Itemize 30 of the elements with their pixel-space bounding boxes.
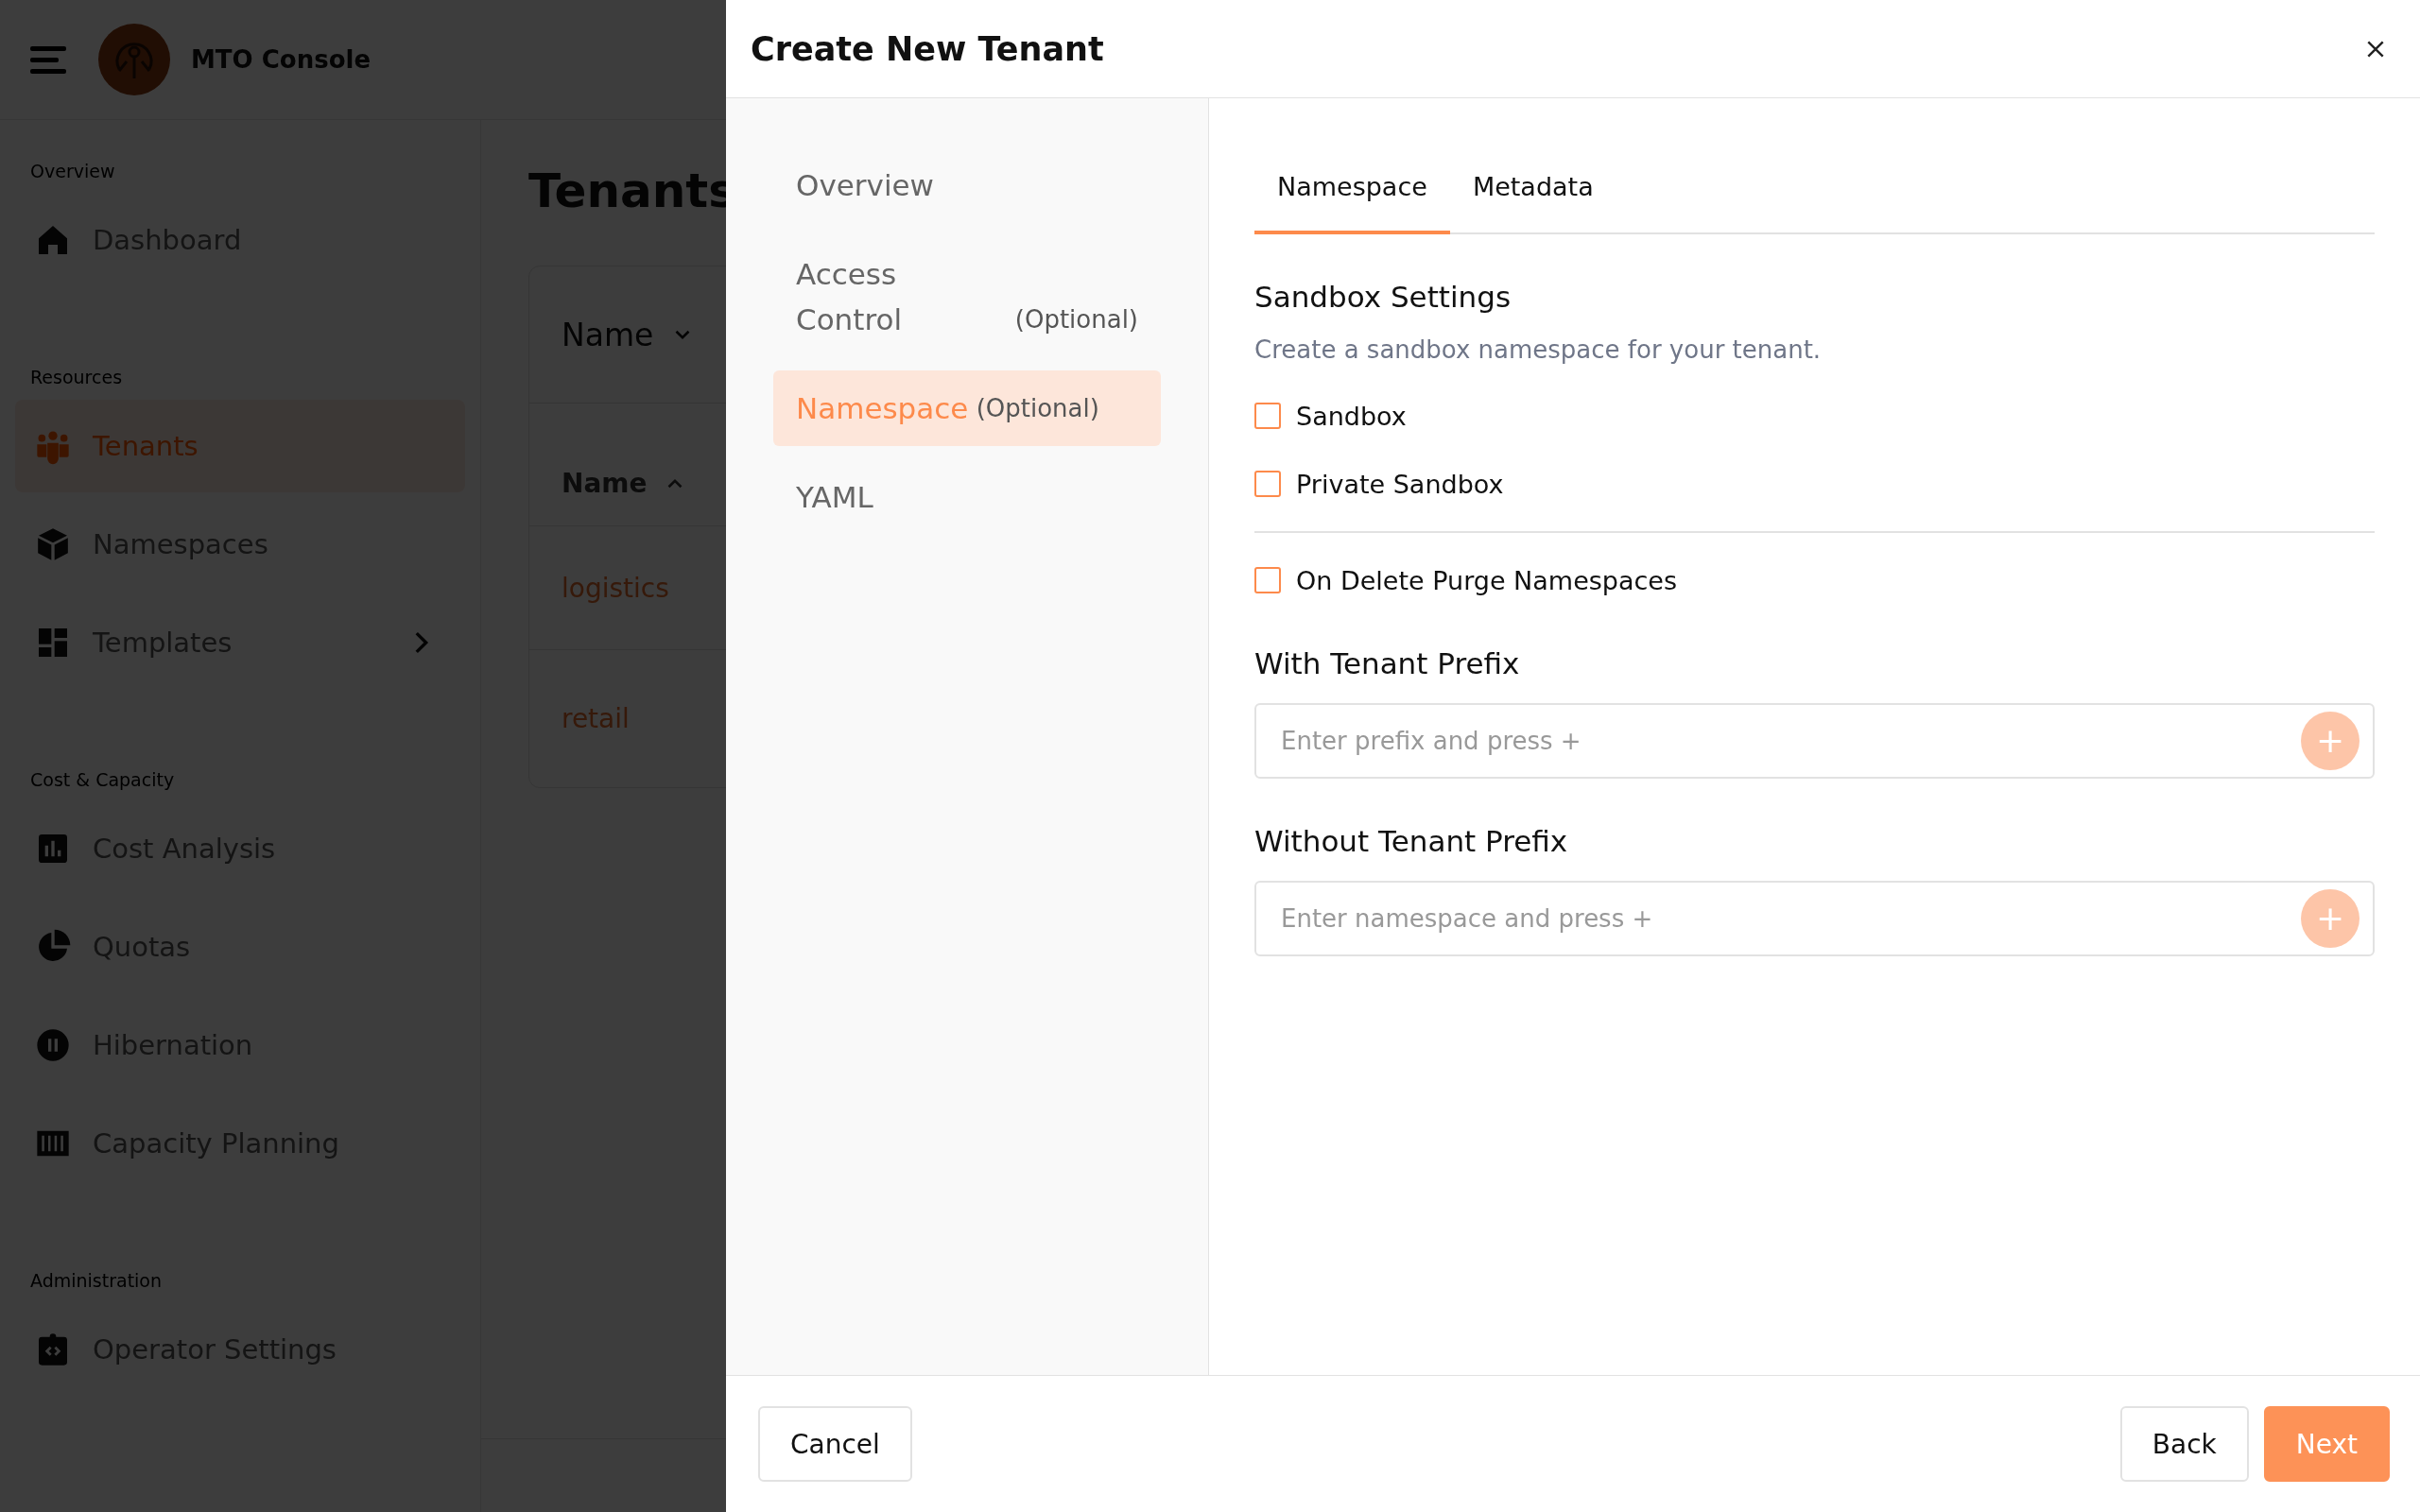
section-heading: Without Tenant Prefix xyxy=(1254,823,1569,860)
step-item[interactable]: Access Control (Optional) xyxy=(773,236,1161,357)
section-heading: Sandbox Settings xyxy=(1254,279,1512,316)
dialog-button[interactable]: Back xyxy=(2119,1406,2249,1482)
step-item[interactable]: Namespace (Optional) xyxy=(773,370,1161,446)
checkbox-label[interactable]: Sandbox xyxy=(1296,401,1407,431)
add-button[interactable]: + xyxy=(2301,712,2360,770)
description: Create a sandbox namespace for your tenant. xyxy=(1254,335,1823,366)
checkbox[interactable] xyxy=(1254,403,1281,429)
step-item[interactable]: YAML xyxy=(773,459,1161,535)
dialog-button[interactable]: Cancel xyxy=(758,1406,912,1482)
section-label: Resources xyxy=(29,366,124,389)
checkbox-label[interactable]: On Delete Purge Namespaces xyxy=(1296,565,1678,595)
input-field[interactable]: Enter namespace and press + + xyxy=(1254,881,2375,956)
section-label: Cost & Capacity xyxy=(29,768,176,792)
checkbox-label[interactable]: Private Sandbox xyxy=(1296,469,1504,499)
section-label: Overview xyxy=(29,160,116,183)
checkbox[interactable] xyxy=(1254,567,1281,593)
section-heading: With Tenant Prefix xyxy=(1254,645,1521,682)
step-item[interactable]: Overview xyxy=(773,147,1161,223)
page-title: Tenants xyxy=(528,163,736,220)
dialog-button[interactable]: Next xyxy=(2263,1406,2390,1482)
tab[interactable]: Namespace xyxy=(1254,142,1450,234)
tab[interactable]: Metadata xyxy=(1449,142,1616,234)
app-title: MTO Console xyxy=(191,45,372,74)
dialog-title: Create New Tenant xyxy=(751,29,1104,68)
input-field[interactable]: Enter prefix and press + + xyxy=(1254,703,2375,779)
add-button[interactable]: + xyxy=(2301,889,2360,948)
checkbox[interactable] xyxy=(1254,471,1281,497)
section-label: Administration xyxy=(29,1269,164,1293)
